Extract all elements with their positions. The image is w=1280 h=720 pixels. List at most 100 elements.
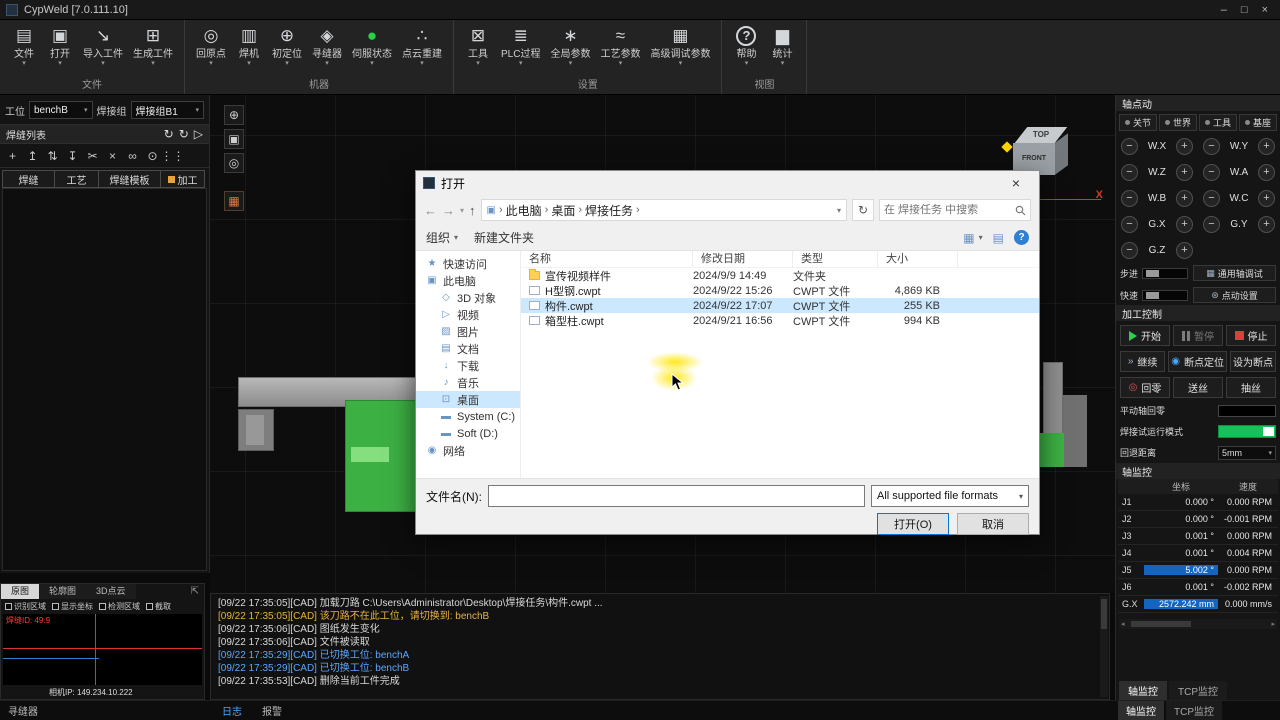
jog-plus-button[interactable]: + <box>1176 242 1193 259</box>
column-header-size[interactable]: 大小 <box>878 251 958 267</box>
open-button[interactable]: 打开(O) <box>877 513 949 535</box>
tab-log[interactable]: 日志 <box>212 703 252 718</box>
capture-icon[interactable]: ▦ <box>224 191 244 211</box>
camera-image[interactable]: 焊缝ID: 49.9 <box>3 614 202 685</box>
link-icon[interactable]: ∞ <box>124 147 141 164</box>
fit-view-icon[interactable]: ▣ <box>224 129 244 149</box>
seam-finder-tab[interactable]: 轮廓图 <box>39 584 86 599</box>
breadcrumb-segment[interactable]: 焊接任务 <box>585 202 633 219</box>
seeker-option-checkbox[interactable]: 检测区域 <box>99 601 140 612</box>
file-row[interactable]: 构件.cwpt 2024/9/22 17:07 CWPT 文件 255 KB <box>521 298 1039 313</box>
column-header[interactable]: 焊缝 <box>2 170 55 188</box>
breadcrumb-segment[interactable]: 此电脑 <box>506 202 542 219</box>
jog-minus-button[interactable]: − <box>1203 190 1220 207</box>
jog-plus-button[interactable]: + <box>1258 164 1275 181</box>
station-select[interactable]: benchB ▾ <box>29 101 93 119</box>
retreat-distance-select[interactable]: 5mm ▾ <box>1218 446 1276 460</box>
wire-feed-button[interactable]: 送丝 <box>1173 377 1223 398</box>
sidebar-item[interactable]: ♪ 音乐 <box>416 374 520 391</box>
maximize-button[interactable]: □ <box>1241 4 1248 16</box>
preview-pane-icon[interactable]: ▤ <box>993 231 1004 245</box>
ribbon-button[interactable]: ≈ 工艺参数 ▾ <box>595 22 645 74</box>
ribbon-button[interactable]: ▤ 文件 ▾ <box>6 22 42 74</box>
file-row[interactable]: 宣传视频样件 2024/9/9 14:49 文件夹 <box>521 268 1039 283</box>
wire-retract-button[interactable]: 抽丝 <box>1226 377 1276 398</box>
ribbon-button[interactable]: ∗ 全局参数 ▾ <box>545 22 595 74</box>
jog-plus-button[interactable]: + <box>1258 190 1275 207</box>
jog-minus-button[interactable]: − <box>1203 216 1220 233</box>
jog-minus-button[interactable]: − <box>1121 138 1138 155</box>
search-box[interactable] <box>879 199 1031 221</box>
column-header[interactable]: 加工 <box>160 170 205 188</box>
scrollbar-thumb[interactable] <box>1101 599 1107 629</box>
view-mode-icon[interactable]: ▦ <box>963 231 974 245</box>
seeker-option-checkbox[interactable]: 识别区域 <box>5 601 46 612</box>
set-breakpoint-button[interactable]: 设为断点 <box>1230 351 1276 372</box>
scroll-left-icon[interactable]: ◂ <box>1121 620 1125 628</box>
sidebar-item[interactable]: ▬ Soft (D:) <box>416 425 520 442</box>
sidebar-item[interactable]: ⊡ 桌面 <box>416 391 520 408</box>
back-button[interactable]: ← <box>424 203 437 218</box>
sidebar-item[interactable]: ▣ 此电脑 <box>416 272 520 289</box>
up-button[interactable]: ↑ <box>469 203 476 218</box>
locate-icon[interactable]: ◎ <box>224 153 244 173</box>
move-top-icon[interactable]: ↥ <box>24 147 41 164</box>
ribbon-button[interactable]: ≣ PLC过程 ▾ <box>496 22 545 74</box>
file-row[interactable]: H型钢.cwpt 2024/9/22 15:26 CWPT 文件 4,869 K… <box>521 283 1039 298</box>
pause-button[interactable]: 暂停 <box>1173 325 1223 346</box>
seam-finder-tab[interactable]: 原图 <box>1 584 39 599</box>
delete-icon[interactable]: × <box>104 147 121 164</box>
jog-plus-button[interactable]: + <box>1258 138 1275 155</box>
dialog-titlebar[interactable]: 打开 × <box>416 171 1039 195</box>
cut-icon[interactable]: ✂ <box>84 147 101 164</box>
ribbon-button[interactable]: ⊠ 工具 ▾ <box>460 22 496 74</box>
jog-plus-button[interactable]: + <box>1258 216 1275 233</box>
tab-tcp-monitor-bottom[interactable]: TCP监控 <box>1166 701 1222 720</box>
search-input[interactable] <box>884 204 1015 216</box>
ribbon-button[interactable]: ▣ 打开 ▾ <box>42 22 78 74</box>
column-header[interactable]: 焊缝模板 <box>98 170 161 188</box>
jog-minus-button[interactable]: − <box>1121 216 1138 233</box>
sync-icon[interactable]: ↻ <box>179 127 189 141</box>
tab-axis-monitor[interactable]: 轴监控 <box>1119 681 1167 700</box>
breakpoint-locate-button[interactable]: ◉ 断点定位 <box>1168 351 1227 372</box>
log-scrollbar[interactable] <box>1100 596 1108 697</box>
weld-dry-run-toggle[interactable] <box>1218 425 1276 438</box>
zoom-icon[interactable]: ⊕ <box>224 105 244 125</box>
sidebar-item[interactable]: ◇ 3D 对象 <box>416 289 520 306</box>
dialog-close-button[interactable]: × <box>1000 175 1032 191</box>
seam-finder-tab[interactable]: 3D点云 <box>86 584 136 599</box>
minimize-button[interactable]: – <box>1221 4 1227 16</box>
ribbon-button[interactable]: ∴ 点云重建 ▾ <box>397 22 447 74</box>
jog-plus-button[interactable]: + <box>1176 216 1193 233</box>
help-icon[interactable]: ? <box>1014 230 1029 245</box>
seeker-option-checkbox[interactable]: 截取 <box>146 601 171 612</box>
jog-mode-button[interactable]: 基座 <box>1239 114 1277 131</box>
monitor-scrollbar[interactable]: ◂ ▸ <box>1119 619 1277 629</box>
step-slider[interactable] <box>1142 268 1188 279</box>
filename-input[interactable] <box>488 485 865 507</box>
weld-group-select[interactable]: 焊接组B1 ▾ <box>131 101 204 119</box>
sidebar-item[interactable]: ◉ 网络 <box>416 442 520 459</box>
jog-mode-button[interactable]: 世界 <box>1159 114 1197 131</box>
column-header-date[interactable]: 修改日期 <box>693 251 793 267</box>
refresh-icon[interactable]: ↻ <box>164 127 174 141</box>
ribbon-button[interactable]: ▆ 统计 ▾ <box>764 22 800 74</box>
ribbon-button[interactable]: ⊕ 初定位 ▾ <box>267 22 307 74</box>
ribbon-button[interactable]: ? 帮助 ▾ <box>728 22 764 74</box>
ribbon-button[interactable]: ↘ 导入工件 ▾ <box>78 22 128 74</box>
history-dropdown-icon[interactable]: ▾ <box>460 206 464 215</box>
jog-plus-button[interactable]: + <box>1176 138 1193 155</box>
scroll-right-icon[interactable]: ▸ <box>1271 620 1275 628</box>
home-button[interactable]: ◎ 回零 <box>1120 377 1170 398</box>
forward-button[interactable]: → <box>442 203 455 218</box>
generic-axis-debug-button[interactable]: ▦ 通用轴调试 <box>1193 265 1276 281</box>
jog-minus-button[interactable]: − <box>1203 164 1220 181</box>
ribbon-button[interactable]: ▥ 焊机 ▾ <box>231 22 267 74</box>
jog-mode-button[interactable]: 工具 <box>1199 114 1237 131</box>
breadcrumb-segment[interactable]: 桌面 <box>551 202 575 219</box>
column-header-name[interactable]: 名称 <box>521 251 693 267</box>
seam-table-body[interactable] <box>2 188 207 571</box>
target-icon[interactable]: ⊙ <box>144 147 161 164</box>
cancel-button[interactable]: 取消 <box>957 513 1029 535</box>
